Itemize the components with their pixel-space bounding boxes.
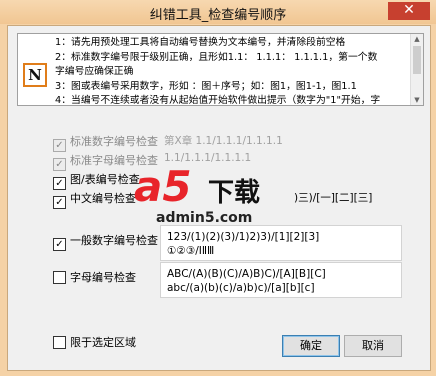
chinese-check-option[interactable]: ✓ 中文编号检查 (53, 190, 136, 209)
watermark-url: admin5.com (156, 210, 253, 226)
instruction-line: 3：图或表编号采用数字，形如 ：图＋序号；如：图1，图1-1，图1.1 (55, 80, 357, 92)
chinese-label: 中文编号检查 (70, 192, 136, 205)
general-number-label: 一般数字编号检查 (70, 234, 158, 247)
instructions-box[interactable]: N 1：请先用预处理工具将自动编号替换为文本编号，并清除段前空格 2：标准数字编… (17, 33, 424, 106)
std-number-check-option: ✓ 标准数字编号检查 (53, 133, 158, 152)
app-logo-icon: N (23, 63, 47, 87)
instructions-text: 1：请先用预处理工具将自动编号替换为文本编号，并清除段前空格 2：标准数字编号限… (55, 36, 413, 106)
window-title: 纠错工具_检查编号顺序 (149, 8, 287, 23)
std-number-checkbox: ✓ (53, 139, 66, 152)
scroll-thumb[interactable] (413, 46, 421, 74)
letter-check-option[interactable]: 字母编号检查 (53, 269, 136, 285)
letter-example-box: ABC/(A)(B)(C)/A)B)C)/[A][B][C] abc/(a)(b… (160, 262, 402, 298)
chinese-checkbox[interactable]: ✓ (53, 196, 66, 209)
chinese-example: )三)/[一][二][三] (294, 192, 373, 204)
site-watermark: a5 下载 admin5.com (134, 162, 274, 234)
figure-table-check-option[interactable]: ✓ 图/表编号检查 (53, 171, 140, 190)
std-letter-checkbox: ✓ (53, 158, 66, 171)
letter-label: 字母编号检查 (70, 271, 136, 284)
std-number-label: 标准数字编号检查 (70, 135, 158, 148)
letter-example-line: ABC/(A)(B)(C)/A)B)C)/[A][B][C] (167, 268, 326, 280)
dialog-client-area: N 1：请先用预处理工具将自动编号替换为文本编号，并清除段前空格 2：标准数字编… (7, 25, 431, 371)
general-number-check-option[interactable]: ✓ 一般数字编号检查 (53, 232, 158, 251)
close-button[interactable]: ✕ (388, 2, 430, 20)
scroll-up-icon[interactable]: ▲ (411, 34, 423, 44)
letter-checkbox[interactable] (53, 271, 66, 284)
instruction-line: 4：当编号不连续或者没有从起始值开始软件做出提示（数字为"1"开始，字 (55, 95, 381, 106)
title-bar: 纠错工具_检查编号顺序 ✕ (0, 0, 436, 24)
general-number-checkbox[interactable]: ✓ (53, 238, 66, 251)
figure-table-checkbox[interactable]: ✓ (53, 177, 66, 190)
std-number-example: 第X章 1.1/1.1.1/1.1.1.1 (164, 135, 283, 147)
general-number-example-line: ①②③/ⅠⅡⅢ (167, 245, 215, 257)
vertical-scrollbar[interactable]: ▲ ▼ (410, 34, 423, 105)
selected-region-label: 限于选定区域 (70, 336, 136, 349)
selected-region-checkbox[interactable] (53, 336, 66, 349)
selected-region-option[interactable]: 限于选定区域 (53, 334, 136, 350)
watermark-download: 下载 (208, 178, 261, 208)
ok-button[interactable]: 确定 (282, 335, 340, 357)
instruction-line: 字编号应确保正确 (55, 66, 134, 78)
figure-table-label: 图/表编号检查 (70, 173, 140, 186)
watermark-brand: a5 (134, 162, 192, 211)
cancel-button[interactable]: 取消 (344, 335, 402, 357)
instruction-line: 2：标准数字编号限于级别正确，且形如1.1： 1.1.1： 1.1.1.1，第一… (55, 51, 378, 63)
scroll-down-icon[interactable]: ▼ (411, 95, 423, 105)
instruction-line: 1：请先用预处理工具将自动编号替换为文本编号，并清除段前空格 (55, 37, 346, 48)
letter-example-line: abc/(a)(b)(c)/a)b)c)/[a][b][c] (167, 282, 315, 294)
